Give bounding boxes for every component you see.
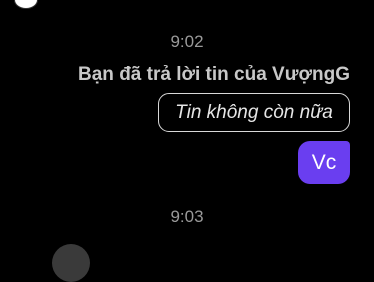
message-timestamp: 9:02 bbox=[170, 32, 204, 51]
reply-context-label: Bạn đã trả lời tin của VượngG bbox=[78, 64, 350, 85]
contact-avatar[interactable] bbox=[52, 244, 90, 282]
quoted-message-bubble[interactable]: Tin không còn nữa bbox=[158, 93, 350, 132]
sent-message-text: Vc bbox=[311, 150, 337, 174]
sender-avatar-top[interactable] bbox=[14, 0, 38, 9]
quoted-message-text: Tin không còn nữa bbox=[175, 101, 333, 123]
message-timestamp: 9:03 bbox=[170, 207, 204, 226]
sent-message-bubble[interactable]: Vc bbox=[298, 141, 350, 184]
